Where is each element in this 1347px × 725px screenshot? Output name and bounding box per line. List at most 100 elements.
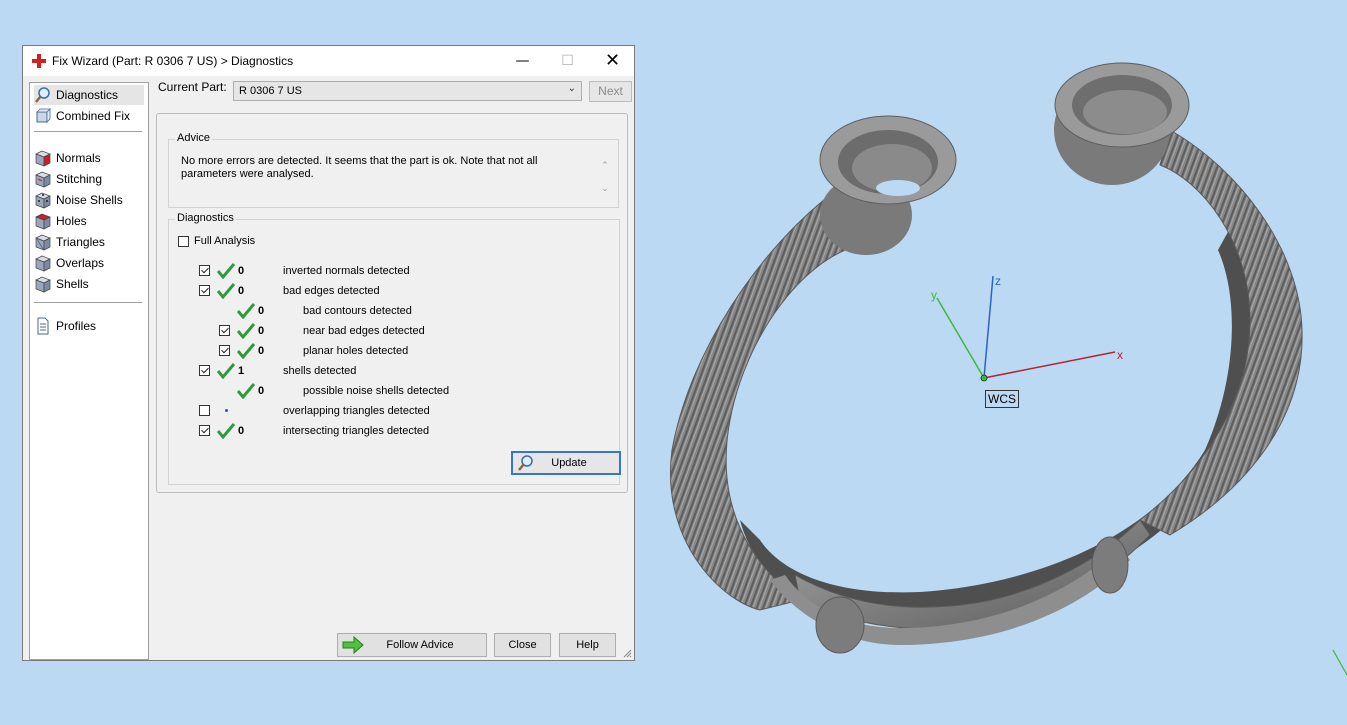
inverted-normals-checkbox[interactable] xyxy=(199,265,210,276)
wizard-sidebar: Diagnostics Combined Fix Normals Stitchi… xyxy=(29,82,149,660)
follow-advice-button[interactable]: Follow Advice xyxy=(337,633,487,657)
intersecting-triangles-label: intersecting triangles detected xyxy=(283,425,430,437)
inverted-normals-label: inverted normals detected xyxy=(283,265,410,277)
sidebar-divider xyxy=(34,131,142,132)
bad-contours-count: 0 xyxy=(258,305,265,317)
planar-holes-count: 0 xyxy=(258,345,265,357)
sidebar-item-combined-fix[interactable]: Combined Fix xyxy=(34,106,144,126)
sidebar-item-triangles[interactable]: Triangles xyxy=(34,232,144,252)
current-part-select[interactable]: R 0306 7 US ⌄ xyxy=(233,81,582,101)
sidebar-item-diagnostics[interactable]: Diagnostics xyxy=(34,85,144,105)
check-ok-icon xyxy=(217,423,235,439)
sidebar-item-normals[interactable]: Normals xyxy=(34,148,144,168)
triangles-cube-icon xyxy=(35,234,51,251)
inverted-normals-count: 0 xyxy=(238,265,245,277)
sidebar-item-profiles[interactable]: Profiles xyxy=(34,316,144,336)
sidebar-item-label: Overlaps xyxy=(56,256,105,270)
shells-checkbox[interactable] xyxy=(199,365,210,376)
close-button[interactable]: Close xyxy=(494,633,551,657)
noise-shells-icon xyxy=(35,192,51,209)
magnifier-icon xyxy=(35,87,50,103)
near-bad-edges-count: 0 xyxy=(258,325,265,337)
check-ok-icon xyxy=(237,303,255,319)
update-label: Update xyxy=(551,457,587,469)
bad-edges-count: 0 xyxy=(238,285,245,297)
diagnostics-group: Diagnostics Full Analysis 0 inverted nor… xyxy=(168,212,621,485)
axis-label-x: x xyxy=(1117,348,1123,362)
sidebar-divider xyxy=(34,302,142,303)
noise-shells-count: 0 xyxy=(258,385,265,397)
axis-label-z: z xyxy=(995,274,1001,288)
sidebar-item-label: Triangles xyxy=(56,235,105,249)
sidebar-item-noise-shells[interactable]: Noise Shells xyxy=(34,190,144,210)
sidebar-item-overlaps[interactable]: Overlaps xyxy=(34,253,144,273)
current-part-label: Current Part: xyxy=(158,80,227,94)
overlaps-cube-icon xyxy=(35,255,51,272)
shells-label: shells detected xyxy=(283,365,357,377)
sidebar-item-label: Normals xyxy=(56,151,101,165)
minimize-button[interactable]: — xyxy=(500,46,545,76)
check-ok-icon xyxy=(237,323,255,339)
full-analysis-label: Full Analysis xyxy=(194,235,256,247)
combined-fix-icon xyxy=(36,108,51,123)
check-ok-icon xyxy=(237,343,255,359)
advice-scrollbar[interactable]: ⌃ ⌄ xyxy=(598,154,612,200)
check-ok-icon xyxy=(237,383,255,399)
window-title: Fix Wizard (Part: R 0306 7 US) > Diagnos… xyxy=(52,54,294,68)
check-ok-icon xyxy=(217,263,235,279)
overlapping-triangles-checkbox[interactable] xyxy=(199,405,210,416)
sidebar-item-label: Profiles xyxy=(56,319,97,333)
near-bad-edges-label: near bad edges detected xyxy=(303,325,425,337)
noise-shells-label: possible noise shells detected xyxy=(303,385,450,397)
follow-advice-label: Follow Advice xyxy=(386,639,454,651)
maximize-button[interactable]: ☐ xyxy=(545,46,590,76)
close-window-button[interactable]: ✕ xyxy=(590,46,635,76)
full-analysis-checkbox[interactable] xyxy=(178,236,189,247)
bad-edges-label: bad edges detected xyxy=(283,285,380,297)
scroll-up-icon[interactable]: ⌃ xyxy=(598,154,612,177)
bad-contours-label: bad contours detected xyxy=(303,305,412,317)
shells-cube-icon xyxy=(35,276,51,293)
not-analysed-dot-icon xyxy=(225,409,228,412)
document-icon xyxy=(37,317,49,335)
sidebar-item-label: Stitching xyxy=(56,172,103,186)
help-button[interactable]: Help xyxy=(559,633,616,657)
title-bar[interactable]: Fix Wizard (Part: R 0306 7 US) > Diagnos… xyxy=(23,46,634,76)
stitching-cube-icon xyxy=(35,171,51,188)
normals-cube-icon xyxy=(35,150,51,167)
diagnostics-panel: Advice No more errors are detected. It s… xyxy=(156,113,628,493)
bad-edges-checkbox[interactable] xyxy=(199,285,210,296)
check-ok-icon xyxy=(217,363,235,379)
red-cross-app-icon xyxy=(32,54,46,68)
shells-count: 1 xyxy=(238,365,245,377)
near-bad-edges-checkbox[interactable] xyxy=(219,325,230,336)
origin-point xyxy=(980,374,988,382)
update-button[interactable]: Update xyxy=(511,451,621,475)
scroll-down-icon[interactable]: ⌄ xyxy=(598,177,612,200)
sidebar-item-holes[interactable]: Holes xyxy=(34,211,144,231)
wcs-label: WCS xyxy=(985,390,1019,408)
green-arrow-icon xyxy=(342,636,364,654)
check-ok-icon xyxy=(217,283,235,299)
resize-grip-icon[interactable] xyxy=(622,648,632,658)
sidebar-item-label: Noise Shells xyxy=(56,193,123,207)
sidebar-item-label: Shells xyxy=(56,277,89,291)
planar-holes-checkbox[interactable] xyxy=(219,345,230,356)
mini-axis-line xyxy=(1332,649,1347,676)
x-axis-line xyxy=(983,351,1116,379)
diagnostics-title: Diagnostics xyxy=(175,212,236,224)
intersecting-triangles-count: 0 xyxy=(238,425,245,437)
overlapping-triangles-label: overlapping triangles detected xyxy=(283,405,430,417)
sidebar-item-label: Diagnostics xyxy=(56,88,119,102)
current-part-value: R 0306 7 US xyxy=(239,85,302,97)
advice-text: No more errors are detected. It seems th… xyxy=(181,155,538,180)
holes-cube-icon xyxy=(35,213,51,230)
chevron-down-icon: ⌄ xyxy=(567,83,576,94)
sidebar-item-stitching[interactable]: Stitching xyxy=(34,169,144,189)
planar-holes-label: planar holes detected xyxy=(303,345,409,357)
y-axis-line xyxy=(936,297,985,379)
next-button[interactable]: Next xyxy=(589,81,632,102)
intersecting-triangles-checkbox[interactable] xyxy=(199,425,210,436)
advice-title: Advice xyxy=(175,132,213,144)
sidebar-item-shells[interactable]: Shells xyxy=(34,274,144,294)
